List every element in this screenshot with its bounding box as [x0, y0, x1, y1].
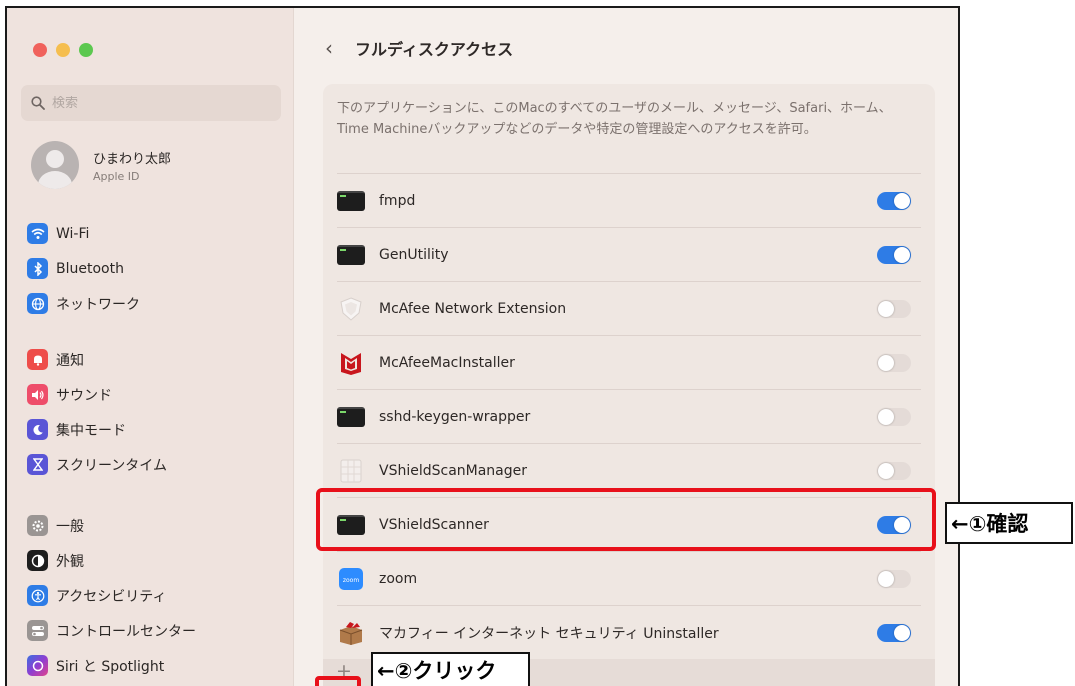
highlight-vshield-scanner	[316, 488, 936, 551]
sidebar-item-appearance[interactable]: 外観	[27, 543, 289, 578]
settings-window: ひまわり太郎 Apple ID Wi-Fi Bluetooth	[5, 6, 960, 686]
sidebar-item-label: ネットワーク	[56, 296, 140, 313]
app-name: McAfeeMacInstaller	[379, 354, 515, 371]
bell-icon	[27, 349, 48, 370]
moon-icon	[27, 419, 48, 440]
sidebar-item-general[interactable]: 一般	[27, 508, 289, 543]
sidebar-item-label: スクリーンタイム	[56, 457, 168, 474]
full-disk-access-panel: 下のアプリケーションに、このMacのすべてのユーザのメール、メッセージ、Safa…	[323, 84, 935, 686]
accessibility-icon	[27, 585, 48, 606]
appearance-icon	[27, 550, 48, 571]
access-toggle-sshd-keygen-wrapper[interactable]	[877, 407, 911, 426]
gear-icon	[27, 515, 48, 536]
globe-icon	[27, 293, 48, 314]
access-toggle-vshield-scan-manager[interactable]	[877, 461, 911, 480]
search-box[interactable]	[21, 85, 281, 121]
app-row-genutility: GenUtility	[323, 228, 935, 281]
sidebar-item-label: 一般	[56, 518, 84, 535]
sidebar-item-label: Wi-Fi	[56, 225, 90, 242]
access-toggle-mcafee-uninstaller[interactable]	[877, 623, 911, 642]
app-row-zoom: zoom zoom	[323, 552, 935, 605]
app-name: McAfee Network Extension	[379, 300, 567, 317]
sidebar-item-network[interactable]: ネットワーク	[27, 286, 289, 321]
sidebar: ひまわり太郎 Apple ID Wi-Fi Bluetooth	[7, 8, 294, 686]
bluetooth-icon	[27, 258, 48, 279]
callout-confirm: ←①確認	[945, 502, 1073, 544]
access-toggle-mcafee-network-extension[interactable]	[877, 299, 911, 318]
sidebar-item-label: コントロールセンター	[56, 623, 196, 640]
svg-text:zoom: zoom	[343, 577, 359, 584]
apple-id-account[interactable]: ひまわり太郎 Apple ID	[31, 141, 171, 189]
access-toggle-genutility[interactable]	[877, 245, 911, 264]
sidebar-item-screen-time[interactable]: スクリーンタイム	[27, 447, 289, 482]
access-description: 下のアプリケーションに、このMacのすべてのユーザのメール、メッセージ、Safa…	[337, 101, 892, 137]
app-row-sshd-keygen-wrapper: sshd-keygen-wrapper	[323, 390, 935, 443]
app-name: マカフィー インターネット セキュリティ Uninstaller	[379, 625, 719, 642]
account-name: ひまわり太郎	[93, 151, 172, 167]
access-toggle-zoom[interactable]	[877, 569, 911, 588]
sidebar-item-label: アクセシビリティ	[56, 588, 167, 605]
page-title: フルディスクアクセス	[355, 40, 514, 59]
sidebar-item-label: Siri と Spotlight	[56, 658, 165, 675]
wifi-icon	[27, 223, 48, 244]
sidebar-item-focus[interactable]: 集中モード	[27, 412, 289, 447]
sidebar-group-general: 一般 外観 アクセシビリティ コントロールセンター Siri と Spotlig…	[27, 508, 289, 683]
package-icon	[337, 621, 365, 645]
shield-icon	[337, 296, 365, 321]
app-row-mcafee-mac-installer: McAfeeMacInstaller	[323, 336, 935, 389]
close-window-button[interactable]	[33, 43, 47, 57]
app-name: GenUtility	[379, 246, 449, 263]
siri-icon	[27, 655, 48, 676]
sidebar-item-bluetooth[interactable]: Bluetooth	[27, 251, 289, 286]
avatar	[31, 141, 79, 189]
sidebar-item-label: 集中モード	[56, 422, 126, 439]
app-grid-icon	[337, 459, 365, 482]
sidebar-item-label: 通知	[56, 352, 84, 369]
sidebar-item-wifi[interactable]: Wi-Fi	[27, 216, 289, 251]
app-name: zoom	[379, 570, 418, 587]
sidebar-item-label: 外観	[56, 553, 84, 570]
highlight-add-button	[315, 676, 361, 686]
sidebar-item-accessibility[interactable]: アクセシビリティ	[27, 578, 289, 613]
app-row-mcafee-network-extension: McAfee Network Extension	[323, 282, 935, 335]
sidebar-item-siri-spotlight[interactable]: Siri と Spotlight	[27, 648, 289, 683]
app-name: VShieldScanManager	[379, 462, 528, 479]
app-name: fmpd	[379, 192, 416, 209]
sidebar-group-network: Wi-Fi Bluetooth ネットワーク	[27, 216, 289, 321]
zoom-icon: zoom	[337, 567, 365, 590]
app-row-fmpd: fmpd	[323, 174, 935, 227]
window-controls	[33, 43, 93, 57]
speaker-icon	[27, 384, 48, 405]
callout-click: ←②クリック	[371, 652, 530, 686]
zoom-window-button[interactable]	[79, 43, 93, 57]
mcafee-icon	[337, 352, 365, 375]
hourglass-icon	[27, 454, 48, 475]
sidebar-item-notifications[interactable]: 通知	[27, 342, 289, 377]
minimize-window-button[interactable]	[56, 43, 70, 57]
sidebar-group-notifications: 通知 サウンド 集中モード スクリーンタイム	[27, 342, 289, 482]
chevron-left-icon[interactable]: ‹	[325, 36, 333, 60]
main-content: ‹ フルディスクアクセス 下のアプリケーションに、このMacのすべてのユーザのメ…	[295, 8, 958, 686]
sidebar-item-label: サウンド	[56, 387, 112, 404]
search-input[interactable]	[52, 95, 252, 111]
terminal-icon	[337, 244, 365, 266]
sidebar-item-sound[interactable]: サウンド	[27, 377, 289, 412]
sidebar-item-label: Bluetooth	[56, 260, 124, 277]
page-header: ‹ フルディスクアクセス	[325, 36, 513, 60]
account-subtitle: Apple ID	[93, 169, 140, 183]
sidebar-item-control-center[interactable]: コントロールセンター	[27, 613, 289, 648]
access-toggle-fmpd[interactable]	[877, 191, 911, 210]
terminal-icon	[337, 406, 365, 428]
terminal-icon	[337, 190, 365, 212]
control-center-icon	[27, 620, 48, 641]
access-toggle-mcafee-mac-installer[interactable]	[877, 353, 911, 372]
search-icon	[31, 96, 45, 110]
app-name: sshd-keygen-wrapper	[379, 408, 531, 425]
